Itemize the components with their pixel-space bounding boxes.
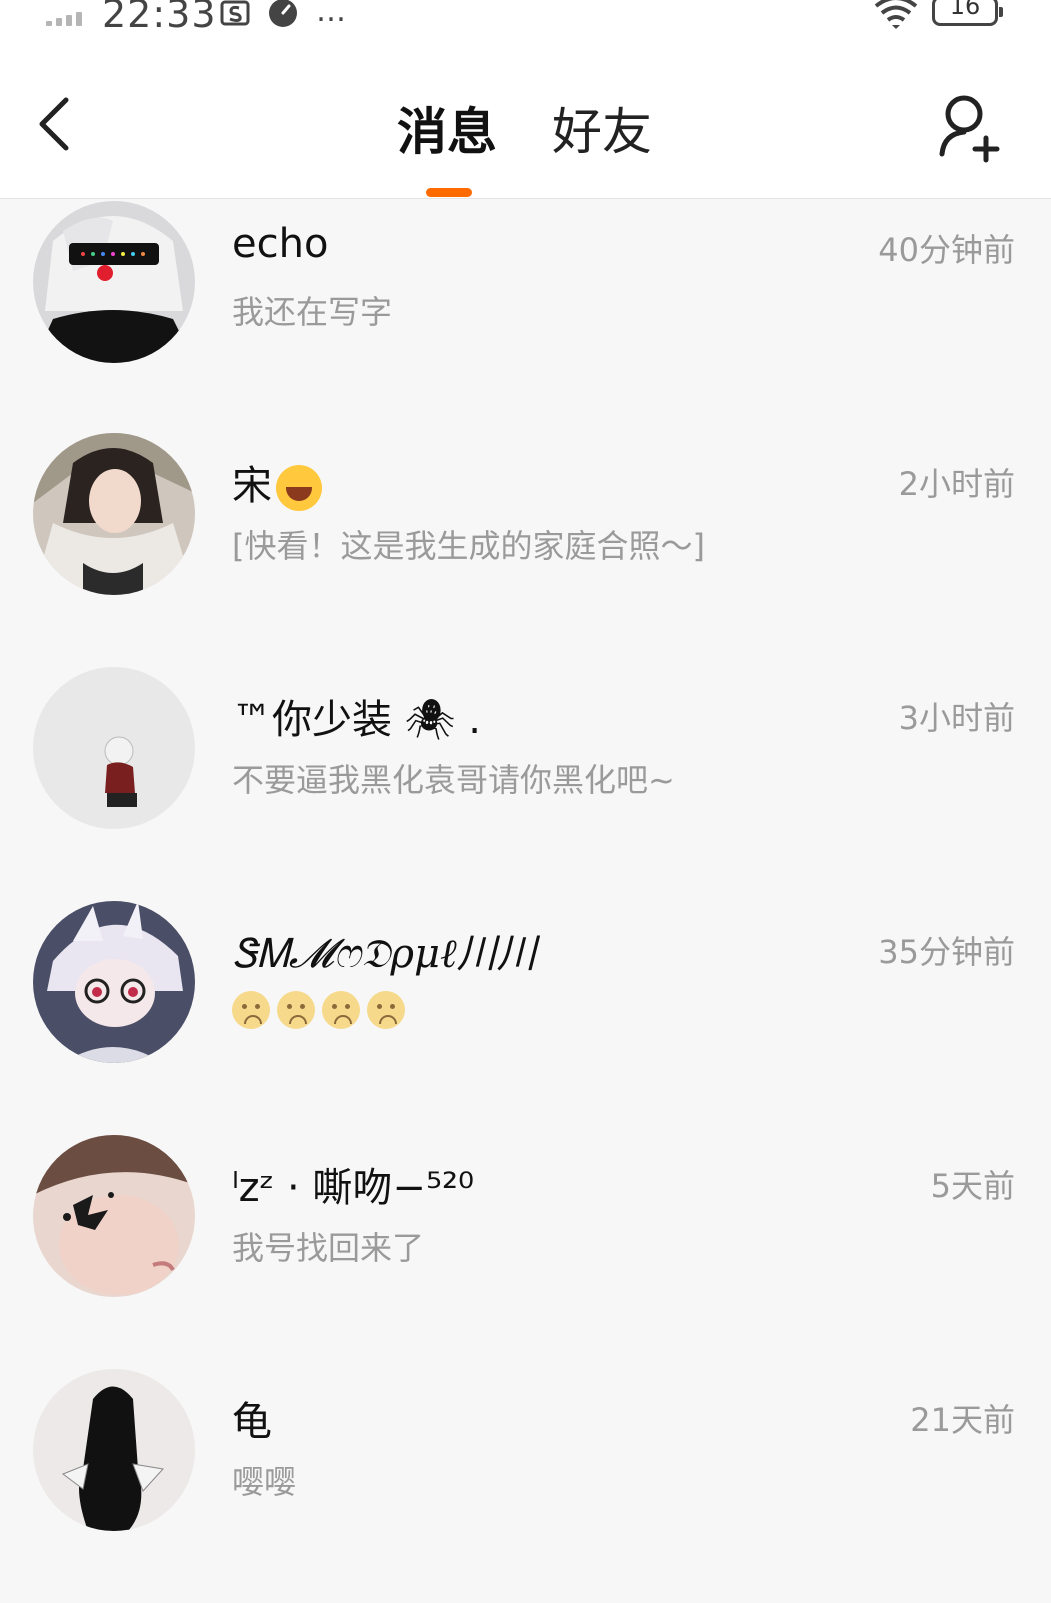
- conversation-time: 3小时前: [898, 699, 1015, 737]
- tab-friends[interactable]: 好友: [552, 92, 652, 164]
- conversation-preview: [232, 989, 412, 1029]
- conversation-name: ™你少装 🕷 .: [232, 697, 481, 743]
- conversation-preview: 不要逼我黑化袁哥请你黑化吧~: [232, 761, 675, 799]
- avatar[interactable]: [33, 433, 195, 595]
- sad-face-emoji-icon: [367, 991, 405, 1029]
- notification-app-icon: [220, 0, 250, 26]
- wifi-icon: [874, 0, 918, 29]
- avatar[interactable]: [33, 1369, 195, 1531]
- tab-messages[interactable]: 消息: [397, 92, 497, 164]
- conversation-item[interactable]: echo 我还在写字 40分钟前: [0, 199, 1051, 433]
- avatar[interactable]: [33, 1135, 195, 1297]
- avatar[interactable]: [33, 201, 195, 363]
- clock-icon: [269, 0, 297, 27]
- conversation-name: ᏕᎷ𝓜ෆ𝔇ρμℓ川川: [232, 931, 537, 977]
- conversation-item[interactable]: 龟 嘤嘤 21天前: [0, 1369, 1051, 1603]
- sad-face-emoji-icon: [277, 991, 315, 1029]
- conversation-time: 5天前: [930, 1167, 1015, 1205]
- header: 消息 好友: [0, 40, 1051, 199]
- battery-icon: 16: [932, 0, 1003, 26]
- conversation-item[interactable]: ™你少装 🕷 . 不要逼我黑化袁哥请你黑化吧~ 3小时前: [0, 667, 1051, 901]
- conversation-item[interactable]: ˡzᶻ · 嘶吻−⁵²⁰ 我号找回来了 5天前: [0, 1135, 1051, 1369]
- conversation-preview: 嘤嘤: [232, 1463, 297, 1501]
- active-tab-indicator: [426, 188, 472, 197]
- signal-icon: [46, 8, 90, 26]
- add-friend-icon[interactable]: [936, 92, 1008, 164]
- avatar[interactable]: [33, 667, 195, 829]
- conversation-name: 宋: [232, 453, 322, 511]
- conversation-name: echo: [232, 221, 329, 267]
- status-bar: 22:33 … 16: [0, 0, 1051, 40]
- conversation-time: 2小时前: [898, 465, 1015, 503]
- conversation-preview: [快看！这是我生成的家庭合照～]: [232, 527, 705, 565]
- conversation-item[interactable]: ᏕᎷ𝓜ෆ𝔇ρμℓ川川 35分钟前: [0, 901, 1051, 1135]
- conversation-time: 40分钟前: [878, 231, 1015, 269]
- conversation-name-text: 宋: [232, 463, 272, 509]
- avatar[interactable]: [33, 901, 195, 1063]
- battery-level: 16: [949, 0, 981, 20]
- conversation-time: 21天前: [910, 1401, 1015, 1439]
- back-icon[interactable]: [30, 90, 80, 160]
- conversation-time: 35分钟前: [878, 933, 1015, 971]
- status-time: 22:33: [102, 0, 217, 36]
- conversation-item[interactable]: 宋 [快看！这是我生成的家庭合照～] 2小时前: [0, 433, 1051, 667]
- sad-face-emoji-icon: [322, 991, 360, 1029]
- sad-face-emoji-icon: [232, 991, 270, 1029]
- conversation-preview: 我还在写字: [232, 293, 393, 331]
- conversation-name: 龟: [232, 1399, 272, 1445]
- more-dots-icon: …: [316, 0, 347, 29]
- conversation-preview: 我号找回来了: [232, 1229, 425, 1267]
- laughing-emoji-icon: [276, 465, 322, 511]
- conversation-name: ˡzᶻ · 嘶吻−⁵²⁰: [232, 1165, 475, 1211]
